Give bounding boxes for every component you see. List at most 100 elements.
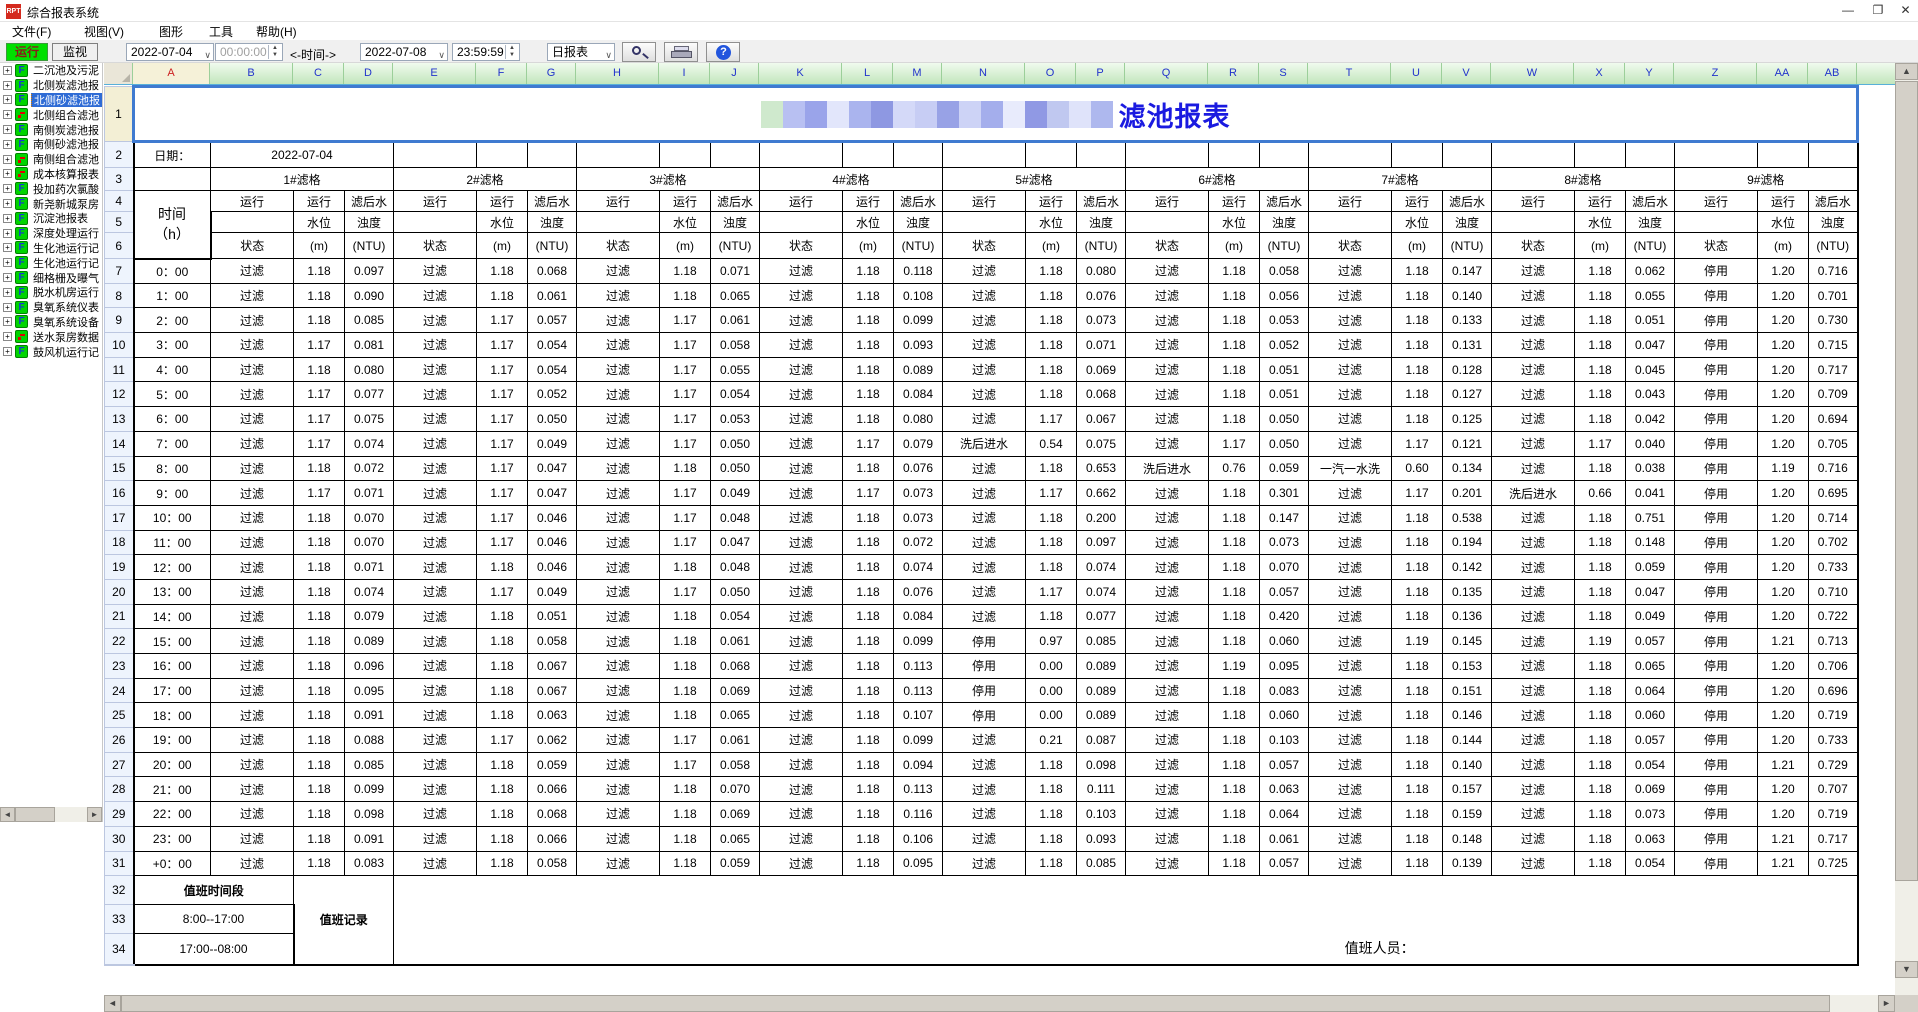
cell[interactable]: 停用 <box>1675 604 1758 629</box>
time-cell[interactable]: 22：00 <box>134 802 211 827</box>
cell[interactable]: 0.713 <box>1809 629 1858 654</box>
cell[interactable]: 0.059 <box>1626 555 1675 580</box>
cell[interactable]: 0.084 <box>894 382 943 407</box>
header-turbidity[interactable]: 浊度 <box>345 212 394 233</box>
cell[interactable]: 1.18 <box>660 678 711 703</box>
cell[interactable]: 1.17 <box>1392 481 1443 506</box>
sidebar-item-14[interactable]: +F生化池运行记 <box>0 255 102 270</box>
cell[interactable]: 1.20 <box>1758 777 1809 802</box>
cell[interactable]: 0.046 <box>528 530 577 555</box>
cell[interactable]: 1.18 <box>1575 259 1626 284</box>
group-header-7[interactable]: 7#滤格 <box>1309 168 1492 191</box>
cell[interactable]: 0.074 <box>1077 579 1126 604</box>
cell[interactable]: 0.079 <box>894 431 943 456</box>
header-level-unit[interactable]: (m) <box>1392 233 1443 259</box>
time-cell[interactable]: 15：00 <box>134 629 211 654</box>
cell[interactable]: 0.084 <box>894 604 943 629</box>
cell[interactable]: 0.076 <box>1077 283 1126 308</box>
cell[interactable] <box>1126 142 1209 168</box>
cell[interactable]: 0.047 <box>1626 579 1675 604</box>
cell[interactable]: 1.18 <box>477 802 528 827</box>
cell[interactable]: 1.18 <box>1575 382 1626 407</box>
cell[interactable]: 过滤 <box>577 851 660 876</box>
cell[interactable]: 过滤 <box>394 333 477 358</box>
cell[interactable]: 过滤 <box>1309 357 1392 382</box>
cell[interactable]: 1.18 <box>294 802 345 827</box>
column-letter-A[interactable]: A <box>133 63 210 84</box>
time-cell[interactable]: 13：00 <box>134 579 211 604</box>
cell[interactable]: 1.21 <box>1758 629 1809 654</box>
cell[interactable]: 停用 <box>1675 505 1758 530</box>
cell[interactable]: 1.18 <box>1209 629 1260 654</box>
cell[interactable]: 1.18 <box>1026 456 1077 481</box>
row-number[interactable]: 9 <box>105 308 134 333</box>
row-number[interactable]: 2 <box>105 142 134 168</box>
time-cell[interactable]: 12：00 <box>134 555 211 580</box>
cell[interactable]: 0.061 <box>528 283 577 308</box>
sidebar-item-1[interactable]: +F二沉池及污泥 <box>0 63 102 78</box>
cell[interactable]: 0.073 <box>1626 802 1675 827</box>
cell[interactable]: 0.715 <box>1809 333 1858 358</box>
header-status[interactable]: 状态 <box>577 233 660 259</box>
row-number[interactable]: 6 <box>105 233 134 259</box>
row-number[interactable]: 25 <box>105 703 134 728</box>
cell[interactable]: 1.18 <box>660 654 711 679</box>
expand-plus-icon[interactable]: + <box>3 303 12 312</box>
cell[interactable]: 1.18 <box>843 283 894 308</box>
header-status[interactable]: 状态 <box>394 233 477 259</box>
cell[interactable]: 1.18 <box>1209 678 1260 703</box>
cell[interactable]: 过滤 <box>760 777 843 802</box>
cell[interactable]: 过滤 <box>760 283 843 308</box>
cell[interactable]: 0.21 <box>1026 728 1077 753</box>
cell[interactable]: 过滤 <box>1126 382 1209 407</box>
cell[interactable]: 0.076 <box>894 456 943 481</box>
cell[interactable]: 过滤 <box>577 357 660 382</box>
cell[interactable]: 1.18 <box>843 456 894 481</box>
cell[interactable]: 0.080 <box>894 407 943 432</box>
cell[interactable]: 0.085 <box>345 752 394 777</box>
cell[interactable]: 过滤 <box>394 382 477 407</box>
header-level[interactable]: 水位 <box>660 212 711 233</box>
cell[interactable]: 1.18 <box>660 826 711 851</box>
cell[interactable]: 1.18 <box>294 703 345 728</box>
cell[interactable]: 1.18 <box>843 259 894 284</box>
cell[interactable]: 过滤 <box>577 604 660 629</box>
header-run[interactable]: 运行 <box>1392 191 1443 212</box>
cell[interactable]: 1.18 <box>660 851 711 876</box>
cell[interactable]: 一汽一水洗 <box>1309 456 1392 481</box>
cell[interactable] <box>1026 142 1077 168</box>
cell[interactable]: 过滤 <box>760 530 843 555</box>
cell[interactable]: 停用 <box>1675 654 1758 679</box>
cell[interactable]: 1.18 <box>1575 407 1626 432</box>
cell[interactable]: 停用 <box>1675 678 1758 703</box>
cell[interactable]: 1.18 <box>843 826 894 851</box>
header-level-unit[interactable]: (m) <box>843 233 894 259</box>
cell[interactable]: 1.18 <box>1026 333 1077 358</box>
cell[interactable]: 0.074 <box>345 579 394 604</box>
expand-plus-icon[interactable]: + <box>3 347 12 356</box>
cell[interactable]: 0.095 <box>1260 654 1309 679</box>
header-level[interactable]: 水位 <box>1758 212 1809 233</box>
header-level-unit[interactable]: (m) <box>660 233 711 259</box>
cell[interactable]: 过滤 <box>1126 481 1209 506</box>
date-label-cell[interactable]: 日期： <box>134 142 211 168</box>
cell[interactable]: 1.18 <box>1209 826 1260 851</box>
cell[interactable]: 过滤 <box>1492 728 1575 753</box>
cell[interactable]: 过滤 <box>1309 431 1392 456</box>
horizontal-scrollbar[interactable]: ◄ ► <box>104 995 1895 1012</box>
cell[interactable]: 0.113 <box>894 777 943 802</box>
cell[interactable]: 过滤 <box>211 259 294 284</box>
column-letter-AB[interactable]: AB <box>1808 63 1857 84</box>
cell[interactable]: 1.17 <box>660 530 711 555</box>
expand-plus-icon[interactable]: + <box>3 332 12 341</box>
column-letter-N[interactable]: N <box>942 63 1025 84</box>
cell[interactable]: 0.094 <box>894 752 943 777</box>
cell[interactable]: 1.18 <box>294 678 345 703</box>
cell[interactable]: 过滤 <box>1309 333 1392 358</box>
cell[interactable] <box>1492 142 1575 168</box>
sidebar-item-6[interactable]: +F南侧砂滤池报 <box>0 137 102 152</box>
cell[interactable]: 0.717 <box>1809 826 1858 851</box>
cell[interactable]: 1.18 <box>1209 481 1260 506</box>
header-level[interactable]: 水位 <box>843 212 894 233</box>
cell[interactable]: 过滤 <box>760 728 843 753</box>
